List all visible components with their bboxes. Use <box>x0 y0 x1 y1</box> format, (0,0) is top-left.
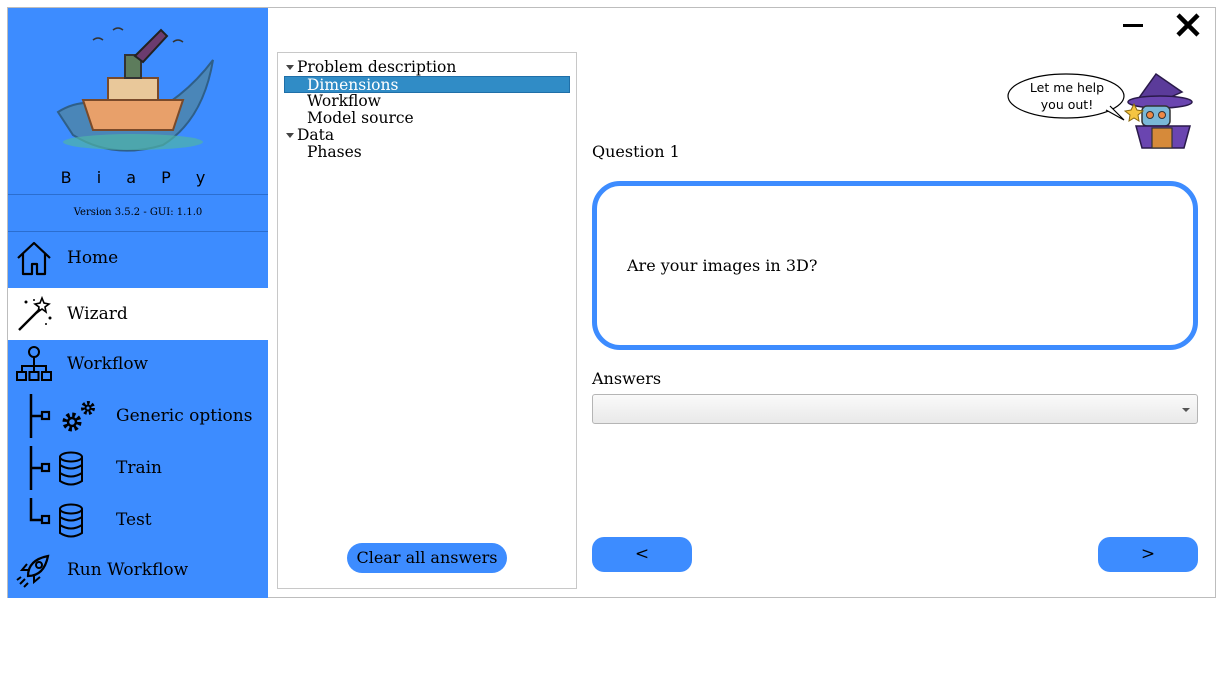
tree-group-data[interactable]: Data <box>284 127 334 144</box>
helper-speech-bubble: Let me help you out! <box>1018 79 1116 113</box>
sidebar-item-train[interactable]: Train <box>8 442 268 494</box>
biapy-logo <box>56 27 214 152</box>
sidebar-item-home[interactable]: Home <box>8 232 268 284</box>
chevron-down-icon[interactable] <box>1182 408 1190 412</box>
sidebar-item-label: Run Workflow <box>67 560 189 580</box>
sidebar-item-label: Generic options <box>116 406 253 426</box>
sidebar-item-generic-options[interactable]: Generic options <box>8 390 268 442</box>
sidebar-item-test[interactable]: Test <box>8 494 268 546</box>
tree-item-model-source[interactable]: Model source <box>284 110 414 127</box>
previous-button[interactable]: < <box>592 537 692 572</box>
sidebar-item-label: Workflow <box>67 354 149 374</box>
next-button[interactable]: > <box>1098 537 1198 572</box>
workflow-icon <box>16 346 52 381</box>
sidebar-item-label: Test <box>116 510 152 530</box>
question-tree-panel: Problem description Dimensions Workflow … <box>277 52 577 589</box>
tree-branch-icon <box>29 498 51 525</box>
minimize-icon[interactable] <box>1118 10 1148 40</box>
tree-item-label: Model source <box>307 109 414 127</box>
sidebar-item-run-workflow[interactable]: Run Workflow <box>8 544 268 596</box>
sidebar: B i a P y Version 3.5.2 - GUI: 1.1.0 Hom… <box>8 8 268 598</box>
question-title: Question 1 <box>592 142 680 161</box>
tree-item-dimensions[interactable]: Dimensions <box>284 76 570 94</box>
close-icon[interactable] <box>1173 10 1203 40</box>
answers-label: Answers <box>592 369 662 388</box>
sidebar-item-label: Train <box>116 458 162 478</box>
gears-icon <box>62 401 95 432</box>
sidebar-item-label: Home <box>67 248 119 268</box>
helper-text-line: you out! <box>1040 97 1094 112</box>
tree-group-label: Problem description <box>297 58 457 76</box>
sidebar-item-workflow[interactable]: Workflow <box>8 338 268 390</box>
app-name: B i a P y <box>60 168 216 187</box>
tree-group-problem-description[interactable]: Problem description <box>284 59 456 76</box>
rocket-icon <box>16 554 50 588</box>
logo-area: B i a P y <box>8 8 268 195</box>
expand-arrow-icon[interactable] <box>286 133 294 138</box>
tree-item-label: Workflow <box>307 92 381 110</box>
home-icon <box>17 241 51 276</box>
question-box: Are your images in 3D? <box>592 181 1198 350</box>
answers-dropdown[interactable] <box>592 394 1198 424</box>
tree-group-label: Data <box>297 126 335 144</box>
question-text: Are your images in 3D? <box>627 256 818 275</box>
helper-text-line: Let me help <box>1029 80 1105 95</box>
clear-all-answers-button[interactable]: Clear all answers <box>347 543 507 573</box>
tree-item-workflow[interactable]: Workflow <box>284 93 381 110</box>
version-label: Version 3.5.2 - GUI: 1.1.0 <box>8 195 268 232</box>
sidebar-item-wizard[interactable]: Wizard <box>8 288 268 340</box>
tree-branch-icon <box>29 446 51 490</box>
tree-item-phases[interactable]: Phases <box>284 144 362 161</box>
tree-branch-icon <box>29 394 51 438</box>
tree-item-label: Phases <box>307 143 362 161</box>
magic-wand-icon <box>18 295 52 331</box>
database-icon <box>59 451 83 486</box>
expand-arrow-icon[interactable] <box>286 65 294 70</box>
sidebar-item-label: Wizard <box>67 304 128 324</box>
database-icon <box>59 503 83 538</box>
